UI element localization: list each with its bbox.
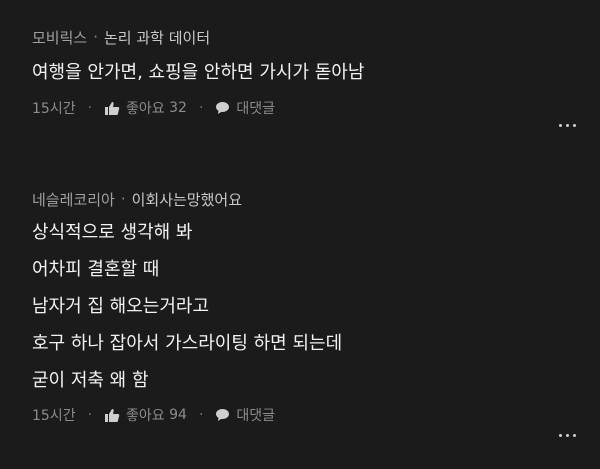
comment-body: 상식적으로 생각해 봐 어차피 결혼할 때 남자거 집 해오는거라고 호구 하나… xyxy=(32,220,576,394)
author-tag: 이회사는망했어요 xyxy=(131,190,242,209)
comment-text-line: 어차피 결혼할 때 xyxy=(32,259,160,280)
comment-text-line: 호구 하나 잡아서 가스라이팅 하면 되는데 xyxy=(32,333,343,354)
comment-text-line: 굳이 저축 왜 함 xyxy=(32,370,149,391)
separator-dot: · xyxy=(120,190,126,208)
separator-dot: · xyxy=(198,407,204,423)
separator-dot: · xyxy=(93,28,98,46)
reply-label: 대댓글 xyxy=(236,408,276,424)
more-dots-icon[interactable] xyxy=(559,124,576,127)
like-label: 좋아요 xyxy=(126,408,165,424)
comment-author[interactable]: 모비릭스 xyxy=(32,27,87,48)
like-button[interactable]: 좋아요 32 xyxy=(104,98,187,118)
comment-item: 모비릭스 · 논리 과학 데이터 여행을 안가면, 쇼핑을 안하면 가시가 돋아… xyxy=(32,26,576,127)
comment-text-line: 상식적으로 생각해 봐 xyxy=(32,222,193,243)
comment-header: 네슬레코리아 · 이회사는망했어요 xyxy=(32,188,576,210)
speech-bubble-icon xyxy=(215,408,230,422)
reply-button[interactable]: 대댓글 xyxy=(215,405,275,425)
author-tag: 논리 과학 데이터 xyxy=(103,28,211,47)
more-dots-icon[interactable] xyxy=(559,434,576,437)
comment-text-line: 여행을 안가면, 쇼핑을 안하면 가시가 돋아남 xyxy=(32,62,365,83)
comment-actions: 15시간 · 좋아요 32 · 대댓글 xyxy=(32,98,576,118)
thumbs-up-icon xyxy=(104,408,120,423)
comment-author[interactable]: 네슬레코리아 xyxy=(32,189,115,210)
separator-dot: · xyxy=(87,407,93,423)
comment-header: 모비릭스 · 논리 과학 데이터 xyxy=(32,26,576,48)
like-button[interactable]: 좋아요 94 xyxy=(104,405,187,425)
like-count: 94 xyxy=(169,407,187,423)
comment-body: 여행을 안가면, 쇼핑을 안하면 가시가 돋아남 xyxy=(32,60,576,86)
thumbs-up-icon xyxy=(104,101,120,116)
comment-text-line: 남자거 집 해오는거라고 xyxy=(32,296,210,317)
separator-dot: · xyxy=(198,100,204,116)
comment-time: 15시간 xyxy=(32,408,76,424)
reply-label: 대댓글 xyxy=(236,101,276,117)
comment-item: 네슬레코리아 · 이회사는망했어요 상식적으로 생각해 봐 어차피 결혼할 때 … xyxy=(32,188,576,437)
comment-time: 15시간 xyxy=(32,101,76,117)
reply-button[interactable]: 대댓글 xyxy=(215,98,275,118)
like-label: 좋아요 xyxy=(126,101,165,117)
speech-bubble-icon xyxy=(215,101,230,115)
like-count: 32 xyxy=(169,100,187,116)
comment-actions: 15시간 · 좋아요 94 · 대댓글 xyxy=(32,405,576,425)
separator-dot: · xyxy=(87,100,93,116)
